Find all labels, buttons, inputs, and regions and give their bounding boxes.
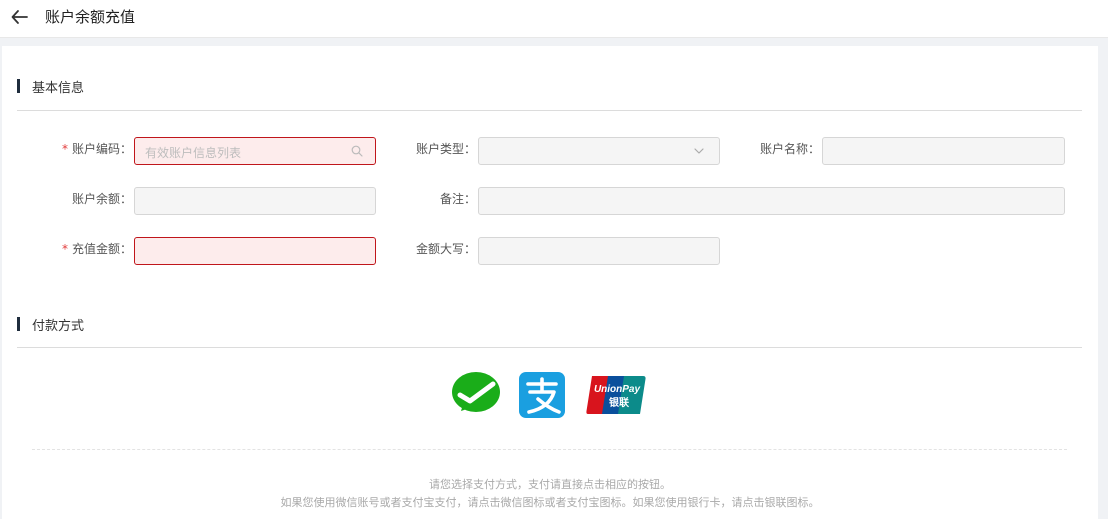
- payment-hint-line-1: 请您选择支付方式，支付请直接点击相应的按钮。: [429, 478, 671, 491]
- unionpay-logo-cn: 银联: [609, 396, 629, 409]
- section-divider: [17, 347, 1082, 348]
- required-mark: *: [62, 242, 68, 256]
- main-card: 基本信息 * 账户编码： 有效账户信息列表 账户类型： 账户名称： 账户余额： 备…: [2, 46, 1098, 519]
- recharge-amount-input[interactable]: [134, 237, 376, 265]
- section-marker: [17, 79, 20, 93]
- chevron-down-icon: [694, 148, 704, 154]
- payment-hint-line-2: 如果您使用微信账号或者支付宝支付，请点击微信图标或者支付宝图标。如果您使用银行卡…: [280, 496, 820, 509]
- account-code-label: * 账户编码：: [62, 142, 133, 156]
- account-name-input[interactable]: [822, 137, 1065, 165]
- account-balance-input[interactable]: [134, 187, 376, 215]
- arrow-left-icon[interactable]: [10, 7, 30, 27]
- alipay-icon[interactable]: [519, 372, 565, 418]
- wechat-pay-icon[interactable]: [451, 371, 501, 417]
- account-type-label: 账户类型：: [416, 142, 477, 156]
- section-title-basic-info: 基本信息: [32, 80, 85, 96]
- page-title: 账户余额充值: [45, 8, 136, 26]
- section-divider: [17, 110, 1082, 111]
- account-balance-label: 账户余额：: [72, 192, 133, 206]
- unionpay-icon[interactable]: UnionPay 银联: [586, 376, 646, 414]
- section-title-payment: 付款方式: [32, 318, 85, 334]
- account-code-placeholder: 有效账户信息列表: [145, 146, 242, 160]
- required-mark: *: [62, 142, 68, 156]
- account-name-label: 账户名称：: [760, 142, 821, 156]
- dashed-separator: [32, 449, 1067, 450]
- section-marker: [17, 317, 20, 331]
- account-code-input[interactable]: 有效账户信息列表: [134, 137, 376, 165]
- remark-label: 备注：: [440, 192, 477, 206]
- remark-input[interactable]: [478, 187, 1065, 215]
- recharge-amount-label: * 充值金额：: [62, 242, 133, 256]
- amount-uppercase-input[interactable]: [478, 237, 720, 265]
- top-bar: 账户余额充值: [0, 0, 1108, 38]
- section-payment-header: 付款方式: [17, 315, 85, 334]
- section-basic-info-header: 基本信息: [17, 77, 85, 96]
- account-type-select[interactable]: [478, 137, 720, 165]
- search-icon[interactable]: [351, 145, 363, 157]
- amount-uppercase-label: 金额大写：: [416, 242, 477, 256]
- unionpay-logo-text: UnionPay: [594, 384, 641, 395]
